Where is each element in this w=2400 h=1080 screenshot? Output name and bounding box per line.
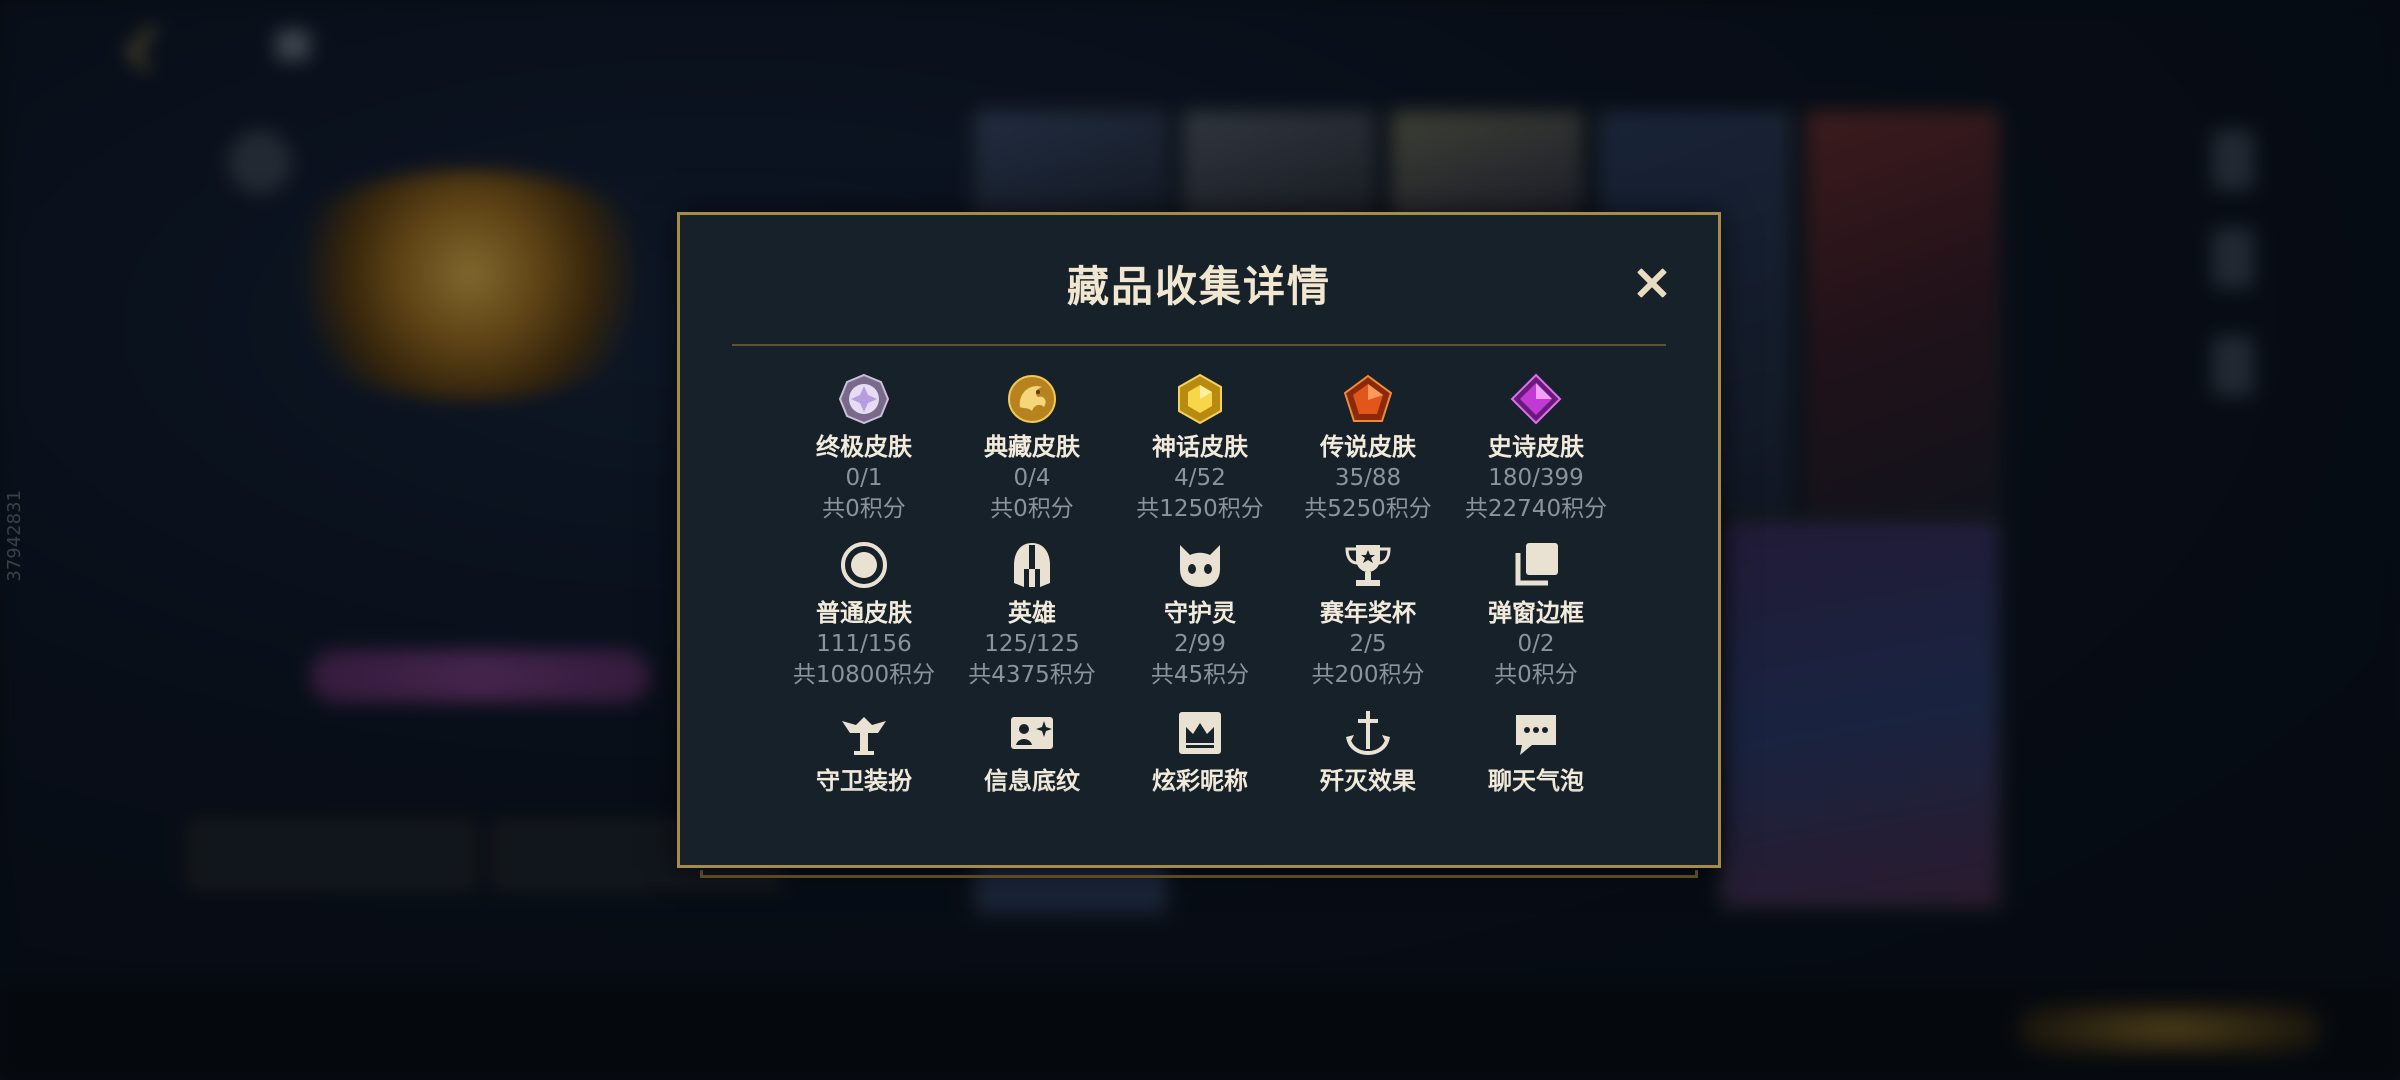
collection-item-prestige[interactable]: 典藏皮肤 0/4 共0积分 bbox=[948, 373, 1116, 525]
item-points: 共22740积分 bbox=[1464, 496, 1608, 522]
item-count: 125/125 bbox=[984, 631, 1080, 657]
item-points: 共4375积分 bbox=[968, 662, 1096, 688]
modal-base-line bbox=[700, 870, 1698, 878]
epic-gem-icon bbox=[1510, 373, 1562, 425]
collection-item-guardian[interactable]: 守护灵 2/99 共45积分 bbox=[1116, 539, 1284, 691]
item-points: 共0积分 bbox=[990, 496, 1074, 522]
item-name: 聊天气泡 bbox=[1488, 767, 1584, 795]
item-points: 共10800积分 bbox=[792, 662, 936, 688]
item-name: 炫彩昵称 bbox=[1152, 767, 1248, 795]
chat-bubble-icon bbox=[1516, 715, 1556, 755]
legendary-gem-icon bbox=[1343, 374, 1393, 422]
close-icon[interactable] bbox=[1630, 261, 1674, 305]
helmet-icon bbox=[1014, 543, 1050, 587]
item-points: 共5250积分 bbox=[1304, 496, 1432, 522]
title-divider bbox=[732, 344, 1666, 346]
ward-icon bbox=[842, 717, 886, 755]
item-name: 传说皮肤 bbox=[1320, 433, 1416, 461]
item-count: 111/156 bbox=[816, 631, 912, 657]
item-count: 35/88 bbox=[1334, 465, 1402, 491]
collection-item-colorful-nickname[interactable]: 炫彩昵称 bbox=[1116, 707, 1284, 797]
collection-item-ace-effect[interactable]: 歼灭效果 bbox=[1284, 707, 1452, 797]
dragon-emblem-icon bbox=[1008, 375, 1056, 423]
item-name: 弹窗边框 bbox=[1488, 599, 1584, 627]
item-name: 赛年奖杯 bbox=[1320, 599, 1416, 627]
mythic-gem-icon bbox=[1178, 373, 1222, 425]
crown-name-icon bbox=[1179, 712, 1221, 754]
collection-item-chat-bubble[interactable]: 聊天气泡 bbox=[1452, 707, 1620, 797]
dialog-title: 藏品收集详情 bbox=[1066, 262, 1331, 311]
item-name: 英雄 bbox=[1008, 599, 1056, 627]
item-name: 神话皮肤 bbox=[1152, 433, 1248, 461]
collection-item-champion[interactable]: 英雄 125/125 共4375积分 bbox=[948, 539, 1116, 691]
item-name: 普通皮肤 bbox=[816, 599, 912, 627]
item-count: 0/2 bbox=[1517, 631, 1555, 657]
item-name: 歼灭效果 bbox=[1320, 767, 1416, 795]
user-id-watermark: 37942831 bbox=[4, 490, 25, 582]
collection-item-popup-frame[interactable]: 弹窗边框 0/2 共0积分 bbox=[1452, 539, 1620, 691]
anchor-sword-icon bbox=[1346, 711, 1390, 756]
collection-item-ward[interactable]: 守卫装扮 bbox=[780, 707, 948, 797]
item-name: 信息底纹 bbox=[984, 767, 1080, 795]
item-name: 终极皮肤 bbox=[816, 433, 912, 461]
collection-item-mythic[interactable]: 神话皮肤 4/52 共1250积分 bbox=[1116, 373, 1284, 525]
item-points: 共45积分 bbox=[1150, 662, 1250, 688]
collection-item-normal[interactable]: 普通皮肤 111/156 共10800积分 bbox=[780, 539, 948, 691]
item-name: 史诗皮肤 bbox=[1488, 433, 1584, 461]
collection-item-legendary[interactable]: 传说皮肤 35/88 共5250积分 bbox=[1284, 373, 1452, 525]
item-name: 守卫装扮 bbox=[816, 767, 912, 795]
item-count: 2/5 bbox=[1349, 631, 1387, 657]
collection-item-epic[interactable]: 史诗皮肤 180/399 共22740积分 bbox=[1452, 373, 1620, 525]
item-points: 共200积分 bbox=[1311, 662, 1425, 688]
collection-item-season-trophy[interactable]: 赛年奖杯 2/5 共200积分 bbox=[1284, 539, 1452, 691]
screen: 37942831 藏品收集详情 终极皮肤 0/1 共0积分 典藏皮肤 0/4 共… bbox=[0, 0, 2400, 1080]
circle-icon bbox=[841, 542, 887, 588]
item-points: 共0积分 bbox=[1494, 662, 1578, 688]
trophy-icon bbox=[1345, 545, 1391, 586]
collection-grid: 终极皮肤 0/1 共0积分 典藏皮肤 0/4 共0积分 神话皮肤 4/52 共1… bbox=[780, 373, 1620, 848]
item-name: 典藏皮肤 bbox=[984, 433, 1080, 461]
collection-details-dialog: 藏品收集详情 终极皮肤 0/1 共0积分 典藏皮肤 0/4 共0积分 神话皮肤 … bbox=[677, 212, 1721, 868]
ultimate-gem-icon bbox=[838, 373, 890, 425]
item-count: 0/1 bbox=[845, 465, 883, 491]
frame-stack-icon bbox=[1515, 543, 1558, 586]
item-points: 共1250积分 bbox=[1136, 496, 1264, 522]
item-count: 4/52 bbox=[1174, 465, 1226, 491]
guardian-creature-icon bbox=[1180, 545, 1220, 587]
item-count: 0/4 bbox=[1013, 465, 1051, 491]
collection-item-ultimate[interactable]: 终极皮肤 0/1 共0积分 bbox=[780, 373, 948, 525]
card-sparkle-icon bbox=[1011, 717, 1053, 749]
item-name: 守护灵 bbox=[1164, 599, 1236, 627]
item-count: 2/99 bbox=[1174, 631, 1226, 657]
collection-item-info-pattern[interactable]: 信息底纹 bbox=[948, 707, 1116, 797]
item-points: 共0积分 bbox=[822, 496, 906, 522]
item-count: 180/399 bbox=[1488, 465, 1584, 491]
